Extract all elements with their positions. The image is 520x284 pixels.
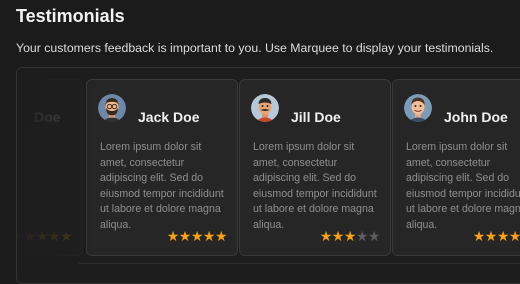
testimonial-card: John Doe Lorem ipsum dolor sit amet, con… — [392, 79, 520, 256]
star-filled-icon: ★ — [166, 228, 180, 244]
star-rating: ★★★★★ — [17, 228, 73, 244]
star-empty-icon: ★ — [355, 228, 369, 244]
star-filled-icon: ★ — [496, 228, 510, 244]
testimonial-name: Jill Doe — [291, 109, 341, 125]
star-filled-icon: ★ — [47, 228, 61, 244]
testimonial-text: Lorem ipsum dolor sit amet, consectetur … — [100, 141, 224, 231]
star-empty-icon: ★ — [367, 228, 381, 244]
star-filled-icon: ★ — [472, 228, 486, 244]
star-filled-icon: ★ — [17, 228, 24, 244]
testimonial-name: Doe — [34, 109, 61, 125]
testimonial-name: John Doe — [444, 109, 508, 125]
star-rating: ★★★★★ — [166, 228, 228, 244]
star-filled-icon: ★ — [59, 228, 73, 244]
testimonial-card: Doe ★★★★★ — [17, 79, 83, 256]
star-filled-icon: ★ — [214, 228, 228, 244]
star-filled-icon: ★ — [35, 228, 49, 244]
star-filled-icon: ★ — [23, 228, 37, 244]
page-title: Testimonials — [16, 6, 125, 26]
star-rating: ★★★★★ — [319, 228, 381, 244]
bearded-man-avatar-icon — [98, 94, 126, 122]
star-filled-icon: ★ — [484, 228, 498, 244]
star-filled-icon: ★ — [319, 228, 333, 244]
divider — [79, 263, 520, 264]
testimonial-card: Jack Doe Lorem ipsum dolor sit amet, con… — [86, 79, 238, 256]
smiling-man-avatar-icon — [404, 94, 432, 122]
testimonial-text: Lorem ipsum dolor sit amet, consectetur … — [253, 141, 377, 231]
testimonial-marquee[interactable]: Doe ★★★★★ Jack Doe Lorem ipsum dolor sit… — [16, 67, 520, 284]
testimonial-text: Lorem ipsum dolor sit amet, consectetur … — [406, 141, 520, 231]
star-rating: ★★★★★ — [473, 229, 520, 243]
mustached-man-avatar-icon — [251, 94, 279, 122]
star-filled-icon: ★ — [190, 228, 204, 244]
testimonial-card: Jill Doe Lorem ipsum dolor sit amet, con… — [239, 79, 391, 256]
star-filled-icon: ★ — [343, 228, 357, 244]
star-filled-icon: ★ — [178, 228, 192, 244]
testimonial-name: Jack Doe — [138, 109, 200, 125]
star-filled-icon: ★ — [508, 228, 520, 244]
page-subtitle: Your customers feedback is important to … — [16, 41, 494, 55]
star-filled-icon: ★ — [202, 228, 216, 244]
star-filled-icon: ★ — [331, 228, 345, 244]
